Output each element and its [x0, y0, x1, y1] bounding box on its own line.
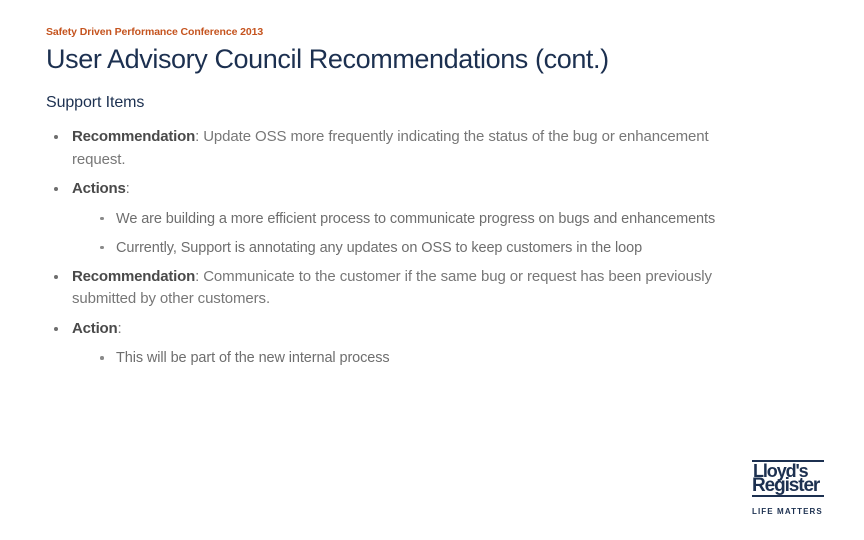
sub-bullet-group: We are building a more efficient process…: [90, 208, 746, 259]
sub-bullet-text: This will be part of the new internal pr…: [116, 350, 390, 366]
sub-bullet-group: This will be part of the new internal pr…: [90, 347, 746, 369]
logo-line-register: Register: [752, 475, 820, 496]
sub-bullet-text: Currently, Support is annotating any upd…: [116, 239, 643, 256]
logo-tagline: LIFE MATTERS: [752, 507, 823, 516]
slide-header: Safety Driven Performance Conference 201…: [46, 26, 806, 94]
bullet-lead: Actions: [72, 180, 126, 197]
bullet-list-level-2: This will be part of the new internal pr…: [90, 347, 746, 369]
bullet-lead: Recommendation: [72, 128, 196, 145]
bullet-list-level-1: Recommendation: Update OSS more frequent…: [46, 126, 746, 369]
bullet-lead: Action: [72, 319, 118, 337]
bullet-text: :: [117, 319, 122, 337]
list-item: Recommendation: Update OSS more frequent…: [46, 126, 746, 171]
list-item: Actions: We are building a more efficien…: [46, 178, 746, 259]
list-item: This will be part of the new internal pr…: [90, 347, 746, 369]
conference-eyebrow: Safety Driven Performance Conference 201…: [46, 26, 264, 38]
list-item: Action: This will be part of the new int…: [46, 318, 746, 370]
sub-bullet-text: We are building a more efficient process…: [116, 210, 716, 227]
bullet-dot-icon: [54, 274, 58, 279]
bullet-text: :: [125, 180, 130, 197]
list-item: We are building a more efficient process…: [90, 208, 746, 230]
lloyds-register-logo: Lloyd's Register LIFE MATTERS: [752, 460, 824, 516]
bullet-dot-icon: [54, 187, 58, 191]
list-item: Currently, Support is annotating any upd…: [90, 237, 746, 259]
bullet-lead: Recommendation: [72, 267, 196, 285]
bullet-dot-icon: [100, 356, 104, 360]
page-title: User Advisory Council Recommendations (c…: [46, 44, 609, 74]
bullet-dot-icon: [100, 216, 104, 220]
list-item: Recommendation: Communicate to the custo…: [46, 266, 746, 311]
bullet-list-level-2: We are building a more efficient process…: [90, 208, 746, 259]
bullet-dot-icon: [54, 135, 58, 139]
slide-body: Support Items Recommendation: Update OSS…: [46, 92, 746, 376]
logo-wordmark: Lloyd's Register: [752, 462, 824, 496]
bullet-dot-icon: [54, 326, 58, 331]
bullet-dot-icon: [100, 245, 104, 249]
presentation-slide: Safety Driven Performance Conference 201…: [0, 0, 864, 540]
section-heading: Support Items: [46, 94, 145, 111]
